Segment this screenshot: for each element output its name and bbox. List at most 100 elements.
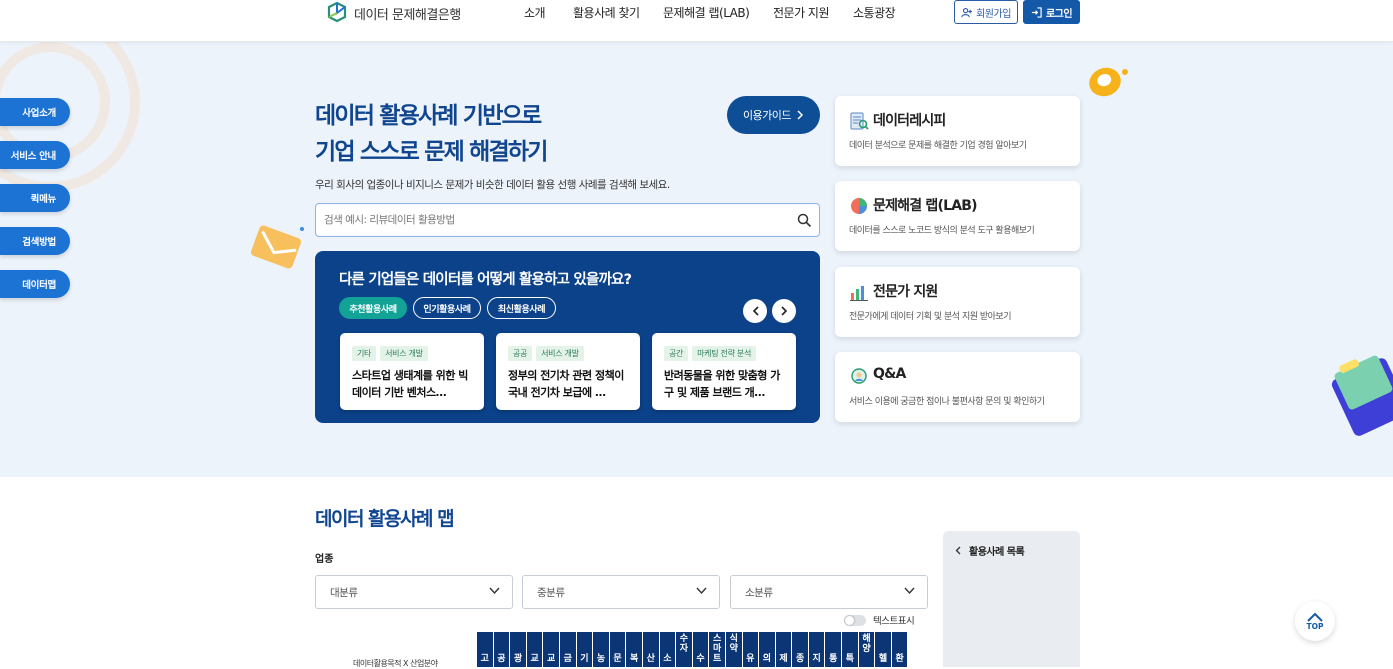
- site-header: 데이터 문제해결은행 소개 활용사례 찾기 문제해결 랩(LAB) 전문가 지원…: [0, 0, 1393, 42]
- chevron-down-icon: [489, 587, 500, 595]
- minor-category-select[interactable]: 소분류: [730, 575, 928, 609]
- matrix-column-header[interactable]: 복: [626, 632, 643, 667]
- top-label: TOP: [1306, 621, 1324, 631]
- user-plus-icon: [961, 7, 973, 17]
- recipe-icon: [850, 112, 869, 130]
- matrix-column-header[interactable]: 종: [792, 632, 809, 667]
- chevron-left-icon: [752, 306, 759, 316]
- carousel-prev-button[interactable]: [743, 299, 767, 323]
- lab-icon: [851, 198, 867, 214]
- service-card-recipe[interactable]: 데이터레시피 데이터 분석으로 문제를 해결한 기업 경험 알아보기: [835, 96, 1080, 166]
- matrix-column-header[interactable]: 지: [808, 632, 826, 667]
- nav-lab[interactable]: 문제해결 랩(LAB): [663, 0, 750, 24]
- matrix-column-header[interactable]: 금: [559, 632, 577, 667]
- hero-description: 우리 회사의 업종이나 비지니스 문제가 비슷한 데이터 활용 선행 사례를 검…: [315, 179, 670, 191]
- case-tag: 공공: [508, 346, 533, 361]
- matrix-column-header[interactable]: 헬: [875, 632, 892, 667]
- tab-latest[interactable]: 최신활용사례: [487, 297, 556, 319]
- case-list-title: 활용사례 목록: [969, 547, 1025, 558]
- case-card[interactable]: 공간 마케팅 전략 분석 반려동물을 위한 맞춤형 가구 및 제품 브랜드 개…: [652, 333, 796, 410]
- matrix-column-header[interactable]: 식약: [725, 632, 743, 667]
- matrix-column-header[interactable]: 유: [742, 632, 760, 667]
- case-list-panel: 활용사례 목록: [943, 531, 1080, 667]
- side-menu-quick[interactable]: 퀵메뉴: [0, 184, 70, 212]
- matrix-column-header[interactable]: 소: [659, 632, 677, 667]
- search-input[interactable]: [324, 211, 784, 229]
- matrix-column-header[interactable]: 의: [759, 632, 776, 667]
- matrix-column-header[interactable]: 교: [526, 632, 544, 667]
- case-card-title: 정부의 전기차 관련 정책이 국내 전기차 보급에 …: [508, 369, 624, 399]
- case-list-header[interactable]: 활용사례 목록: [955, 543, 1025, 558]
- case-tag: 공간: [664, 346, 689, 361]
- tab-popular[interactable]: 인기활용사례: [413, 297, 481, 319]
- matrix-column-header[interactable]: 해양: [858, 632, 876, 667]
- tab-recommended[interactable]: 추천활용사례: [339, 297, 407, 319]
- matrix-column-header[interactable]: 기: [576, 632, 594, 667]
- login-button[interactable]: 로그인: [1023, 0, 1080, 24]
- envelope-illustration: [250, 225, 304, 269]
- service-card-expert[interactable]: 전문가 지원 전문가에게 데이터 기획 및 분석 지원 받아보기: [835, 267, 1080, 337]
- login-icon: [1031, 6, 1042, 18]
- case-tag: 기타: [352, 346, 377, 361]
- case-tag: 서비스 개발: [536, 346, 584, 361]
- industry-label: 업종: [315, 554, 334, 565]
- search-icon[interactable]: [797, 213, 812, 228]
- matrix-column-header[interactable]: 특: [842, 632, 859, 667]
- matrix-column-header[interactable]: 농: [593, 632, 610, 667]
- side-menu-datamap[interactable]: 데이터맵: [0, 270, 70, 298]
- matrix-column-header[interactable]: 교: [543, 632, 560, 667]
- map-section-title: 데이터 활용사례 맵: [315, 508, 455, 530]
- service-desc: 데이터를 스스로 노코드 방식의 분석 도구 활용해보기: [849, 226, 1035, 236]
- industry-matrix-header: 고공광교교금기농문복산소수자수스마트식약유의제종지통특해양헬환: [477, 632, 909, 667]
- logo-icon: [327, 1, 347, 23]
- matrix-column-header[interactable]: 제: [775, 632, 793, 667]
- service-desc: 데이터 분석으로 문제를 해결한 기업 경험 알아보기: [849, 141, 1027, 151]
- scroll-top-button[interactable]: TOP: [1295, 601, 1335, 641]
- matrix-column-header[interactable]: 스마트: [709, 632, 726, 667]
- service-card-qna[interactable]: Q&A 서비스 이용에 궁금한 점이나 불편사항 문의 및 확인하기: [835, 352, 1080, 422]
- matrix-column-header[interactable]: 산: [642, 632, 660, 667]
- join-button[interactable]: 회원가입: [954, 0, 1018, 24]
- case-card-title: 스타트업 생태계를 위한 빅데이터 기반 벤처스…: [352, 369, 468, 399]
- case-card[interactable]: 공공 서비스 개발 정부의 전기차 관련 정책이 국내 전기차 보급에 …: [496, 333, 640, 410]
- nav-case-search[interactable]: 활용사례 찾기: [573, 0, 640, 24]
- matrix-column-header[interactable]: 문: [609, 632, 627, 667]
- matrix-column-header[interactable]: 광: [510, 632, 527, 667]
- side-menu-search-method[interactable]: 검색방법: [0, 227, 70, 255]
- nav-expert[interactable]: 전문가 지원: [773, 0, 830, 24]
- usage-guide-label: 이용가이드: [742, 109, 792, 122]
- service-desc: 전문가에게 데이터 기획 및 분석 지원 받아보기: [849, 312, 1012, 322]
- usage-guide-button[interactable]: 이용가이드: [727, 96, 820, 134]
- carousel-next-button[interactable]: [772, 299, 796, 323]
- case-card-title: 반려동물을 위한 맞춤형 가구 및 제품 브랜드 개…: [664, 369, 780, 399]
- site-logo[interactable]: 데이터 문제해결은행: [325, 0, 461, 26]
- text-display-label: 텍스트표시: [873, 616, 915, 627]
- side-menu-about[interactable]: 사업소개: [0, 98, 70, 126]
- case-carousel-title: 다른 기업들은 데이터를 어떻게 활용하고 있을까요?: [339, 272, 632, 288]
- service-title: 문제해결 랩(LAB): [873, 198, 978, 214]
- folder-illustration: [1331, 355, 1393, 436]
- case-card[interactable]: 기타 서비스 개발 스타트업 생태계를 위한 빅데이터 기반 벤처스…: [340, 333, 484, 410]
- matrix-column-header[interactable]: 공: [493, 632, 511, 667]
- chevron-down-icon: [904, 587, 915, 595]
- text-display-toggle[interactable]: [844, 615, 866, 626]
- hero-title-line1: 데이터 활용사례 기반으로: [315, 103, 542, 129]
- service-title: 데이터레시피: [873, 113, 946, 129]
- chevron-right-icon: [780, 306, 787, 316]
- logo-text: 데이터 문제해결은행: [354, 7, 461, 23]
- select-value: 대분류: [330, 586, 358, 599]
- expert-icon: [850, 286, 868, 301]
- case-tag: 서비스 개발: [380, 346, 428, 361]
- matrix-column-header[interactable]: 환: [891, 632, 909, 667]
- matrix-column-header[interactable]: 고: [477, 632, 494, 667]
- matrix-column-header[interactable]: 통: [825, 632, 843, 667]
- matrix-column-header[interactable]: 수: [692, 632, 710, 667]
- side-menu-service[interactable]: 서비스 안내: [0, 141, 70, 169]
- major-category-select[interactable]: 대분류: [315, 575, 513, 609]
- service-card-lab[interactable]: 문제해결 랩(LAB) 데이터를 스스로 노코드 방식의 분석 도구 활용해보기: [835, 181, 1080, 251]
- nav-community[interactable]: 소통광장: [853, 0, 896, 24]
- middle-category-select[interactable]: 중분류: [522, 575, 720, 609]
- nav-intro[interactable]: 소개: [524, 0, 546, 24]
- matrix-column-header[interactable]: 수자: [676, 632, 693, 667]
- select-value: 중분류: [537, 586, 565, 599]
